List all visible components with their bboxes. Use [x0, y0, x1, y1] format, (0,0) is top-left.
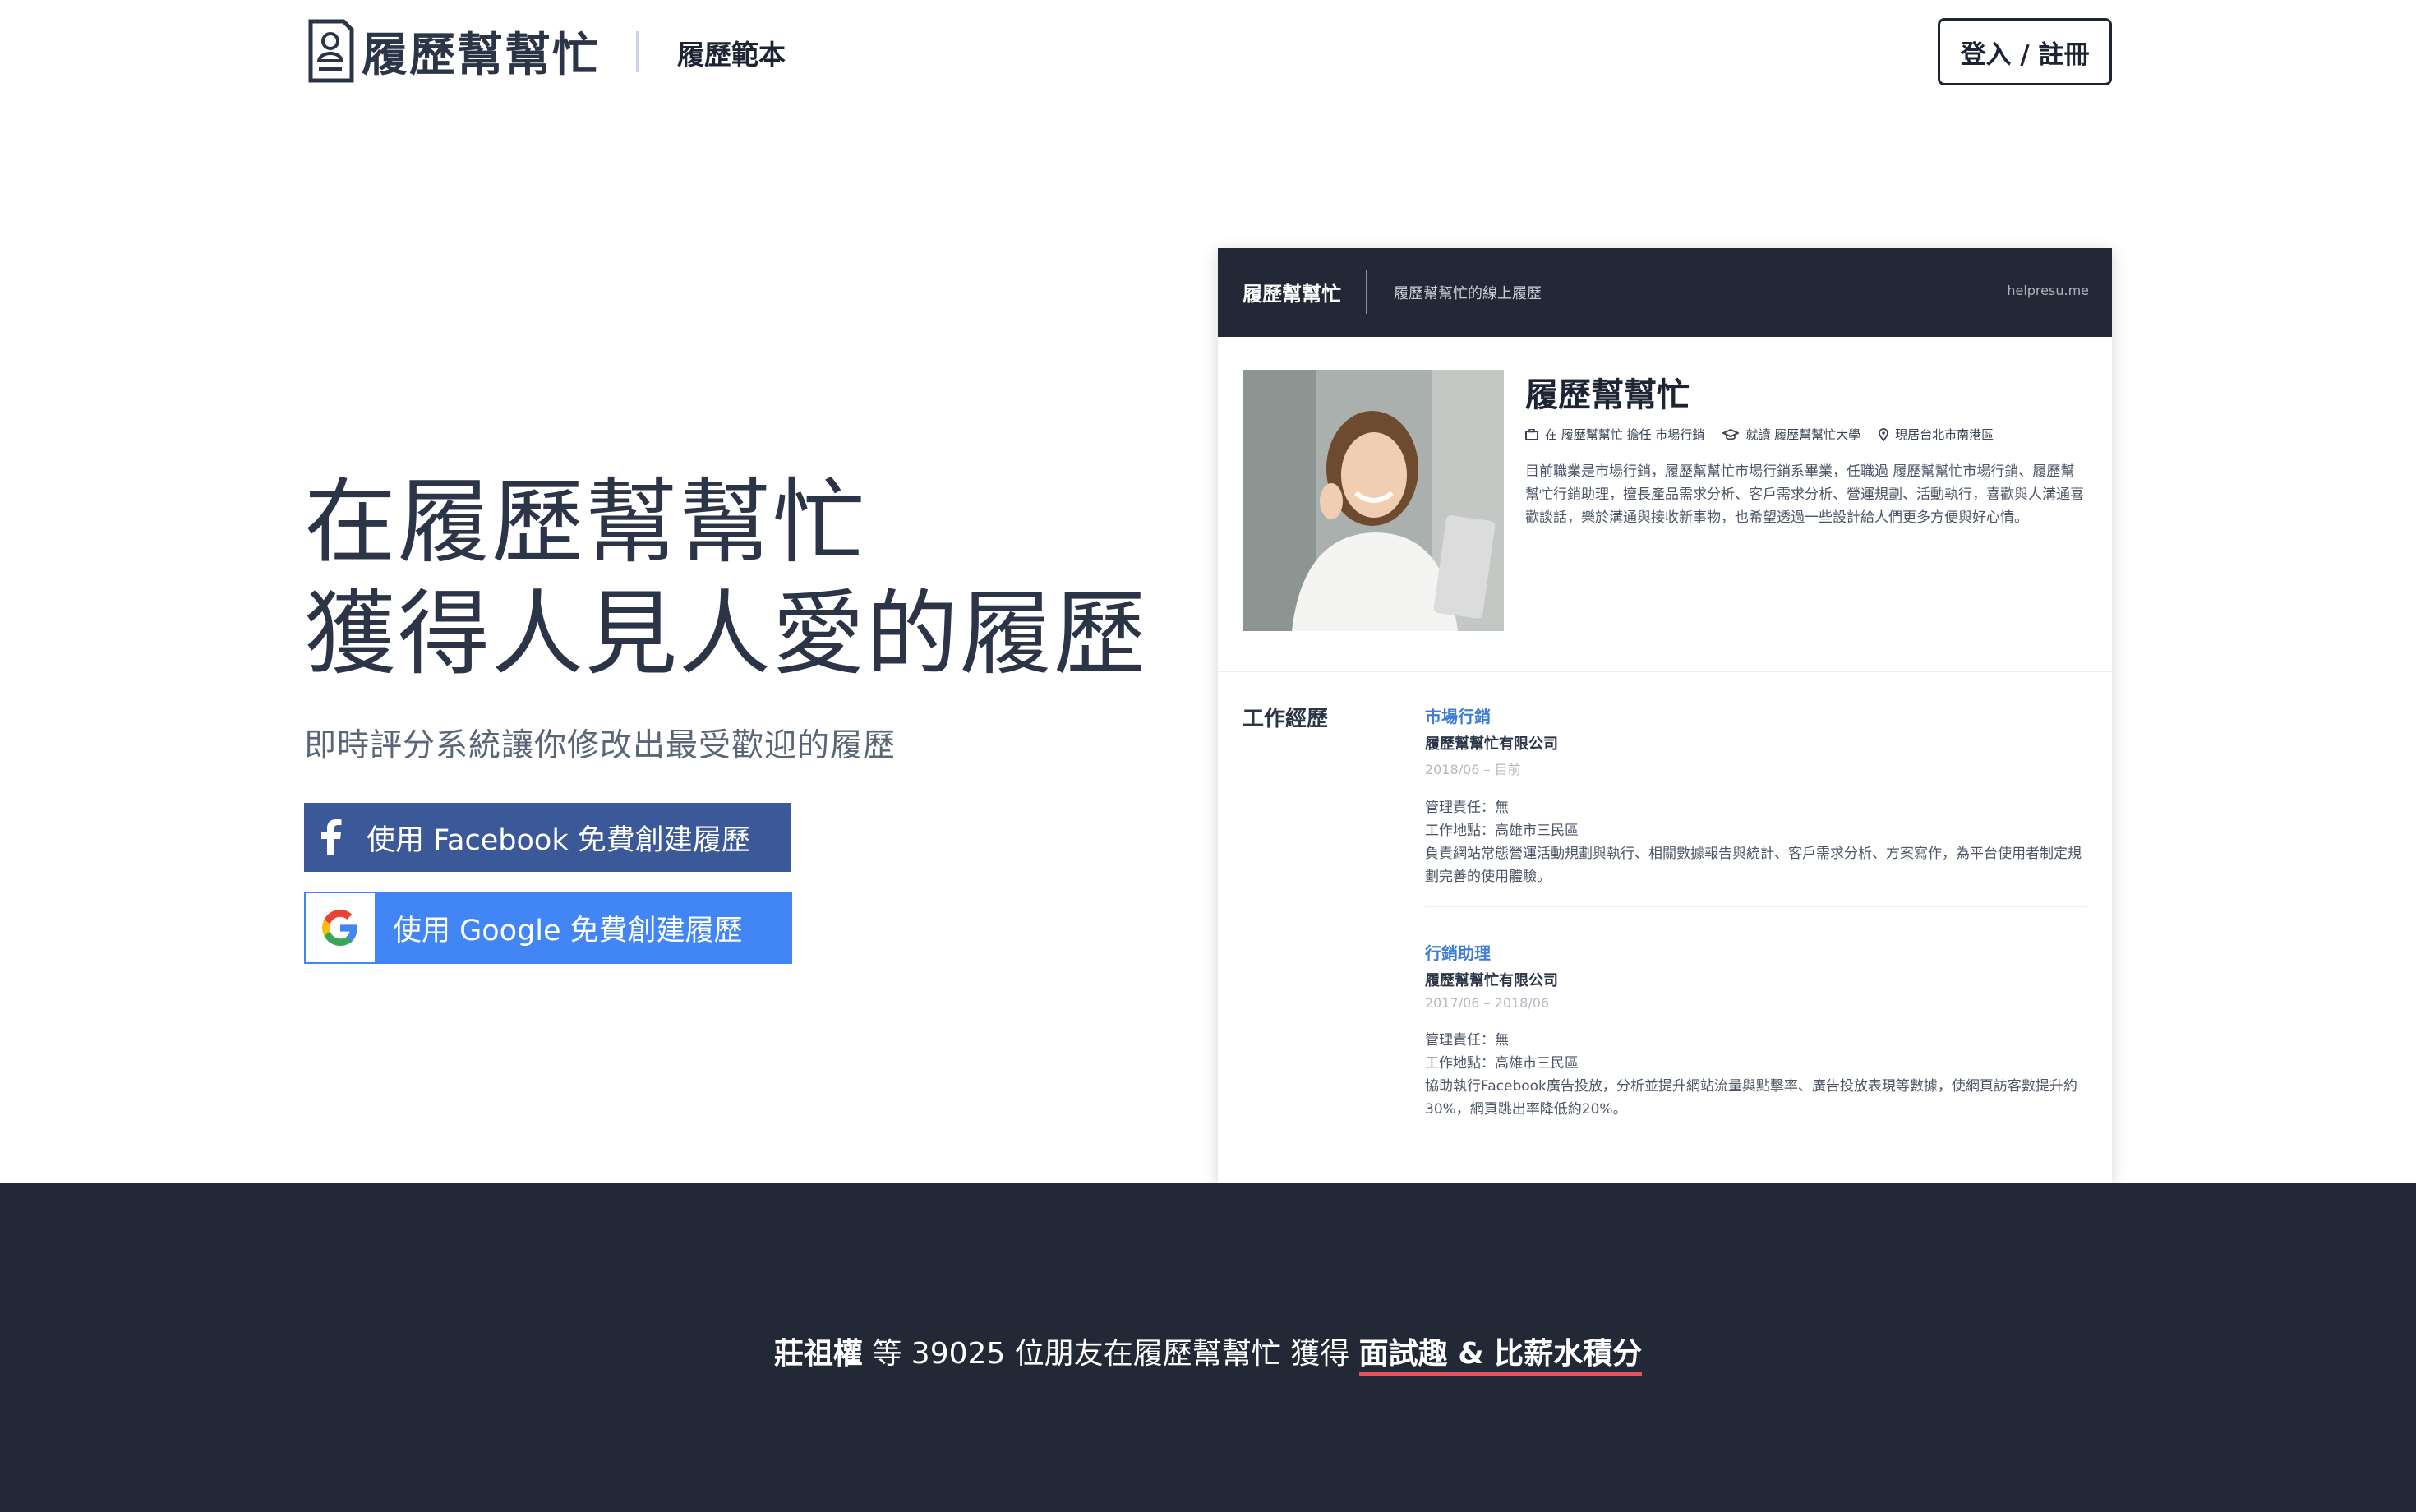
reward-link[interactable]: 面試趣 & 比薪水積分: [1358, 1337, 1643, 1376]
job-description: 協助執行Facebook廣告投放，分析並提升網站流量與點擊率、廣告投放表現等數據…: [1425, 1078, 2077, 1118]
google-signup-label: 使用 Google 免費創建履歷: [393, 914, 743, 947]
resume-logo-icon: [308, 19, 354, 83]
meta-school: 就讀 履歷幫幫忙大學: [1722, 426, 1860, 443]
work-experience-title: 工作經歷: [1243, 707, 1329, 731]
resume-preview-url: helpresu.me: [2007, 283, 2089, 298]
job-management: 管理責任：無: [1425, 1032, 1509, 1049]
google-signup-button[interactable]: 使用 Google 免費創建履歷: [304, 892, 792, 964]
job-location: 工作地點：高雄市三民區: [1425, 823, 1579, 839]
job-dates: 2018/06 – 目前: [1425, 762, 1521, 777]
hero-title-line1: 在履歷幫幫忙: [304, 469, 866, 576]
meta-location: 現居台北市南港區: [1879, 426, 1994, 443]
site-logo[interactable]: 履歷幫幫忙: [306, 18, 600, 84]
job-company: 履歷幫幫忙有限公司: [1425, 972, 1558, 989]
job-description: 負責網站常態營運活動規劃與執行、相關數據報告與統計、客戶需求分析、方案寫作，為平…: [1425, 846, 2082, 885]
nav-link-templates[interactable]: 履歷範本: [677, 33, 786, 72]
job-company: 履歷幫幫忙有限公司: [1425, 735, 1558, 753]
briefcase-icon: [1525, 428, 1538, 440]
meta-job: 在 履歷幫幫忙 擔任 市場行銷: [1525, 426, 1704, 443]
login-register-button[interactable]: 登入 / 註冊: [1938, 18, 2112, 85]
hero-title-line2: 獲得人見人愛的履歷: [304, 581, 1147, 688]
job-title: 行銷助理: [1425, 943, 1491, 963]
resume-meta: 在 履歷幫幫忙 擔任 市場行銷 就讀 履歷幫幫忙大學 現居台北市南港區: [1525, 426, 1994, 443]
graduation-cap-icon: [1722, 428, 1740, 440]
resume-preview-card: 履歷幫幫忙 履歷幫幫忙的線上履歷 helpresu.me 履歷幫幫忙 在 履歷幫…: [1218, 248, 2112, 1183]
facebook-signup-button[interactable]: 使用 Facebook 免費創建履歷: [304, 803, 791, 872]
job-entry: 行銷助理 履歷幫幫忙有限公司 2017/06 – 2018/06 管理責任：無 …: [1425, 940, 2087, 1121]
profile-photo: [1243, 370, 1504, 631]
header-divider: [636, 31, 639, 72]
social-proof-middle: 等 39025 位朋友在履歷幫幫忙 獲得: [872, 1337, 1350, 1371]
job-dates: 2017/06 – 2018/06: [1425, 995, 1550, 1011]
location-pin-icon: [1879, 427, 1888, 441]
resume-bio: 目前職業是市場行銷，履歷幫幫忙市場行銷系畢業，任職過 履歷幫幫忙市場行銷、履歷幫…: [1525, 463, 2084, 526]
facebook-icon: [304, 803, 358, 872]
job-separator: [1425, 906, 2087, 907]
featured-user-name: 莊祖權: [773, 1337, 863, 1371]
job-management: 管理責任：無: [1425, 800, 1509, 816]
resume-preview-topbar: 履歷幫幫忙 履歷幫幫忙的線上履歷 helpresu.me: [1218, 248, 2112, 337]
resume-name: 履歷幫幫忙: [1525, 376, 1690, 414]
hero-title: 在履歷幫幫忙 獲得人見人愛的履歷: [304, 467, 1147, 690]
job-entry: 市場行銷 履歷幫幫忙有限公司 2018/06 – 目前 管理責任：無 工作地點：…: [1425, 703, 2087, 888]
resume-divider: [1218, 671, 2112, 672]
job-title: 市場行銷: [1425, 707, 1491, 726]
resume-preview-tagline: 履歷幫幫忙的線上履歷: [1394, 285, 1542, 302]
social-proof-band: 莊祖權 等 39025 位朋友在履歷幫幫忙 獲得 面試趣 & 比薪水積分: [0, 1183, 2416, 1512]
resume-preview-brand: 履歷幫幫忙: [1243, 283, 1341, 306]
resume-preview-divider: [1366, 270, 1367, 314]
site-header: 履歷幫幫忙 履歷範本 登入 / 註冊: [0, 0, 2416, 105]
google-icon: [306, 893, 375, 962]
social-proof-text: 莊祖權 等 39025 位朋友在履歷幫幫忙 獲得 面試趣 & 比薪水積分: [0, 1330, 2416, 1376]
facebook-signup-label: 使用 Facebook 免費創建履歷: [367, 823, 750, 857]
logo-text: 履歷幫幫忙: [362, 28, 600, 82]
job-location: 工作地點：高雄市三民區: [1425, 1055, 1579, 1072]
hero-subtitle: 即時評分系統讓你修改出最受歡迎的履歷: [304, 727, 897, 764]
